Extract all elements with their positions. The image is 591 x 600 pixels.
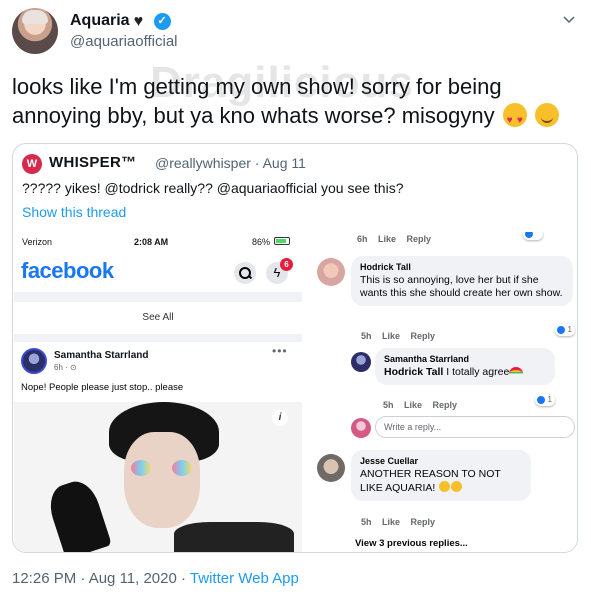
tweet-text: looks like I'm getting my own show! sorr…: [12, 72, 582, 135]
post-author-name: Samantha Starrland: [54, 350, 149, 361]
author-avatar[interactable]: [12, 8, 58, 54]
tweet-source-link[interactable]: Twitter Web App: [190, 570, 299, 587]
reply-actions: 5h Like Reply: [383, 400, 458, 410]
search-icon: [234, 262, 256, 284]
quoted-tweet[interactable]: W WHISPER™ @reallywhisper · Aug 11 ?????…: [12, 143, 578, 553]
quote-text: ????? yikes! @todrick really?? @aquariao…: [22, 180, 404, 196]
smiling-face-emoji-icon: [534, 103, 559, 127]
reply-bubble: Samantha Starrland Hodrick Tall I totall…: [375, 348, 555, 385]
grinning-emoji-icon: [451, 481, 463, 492]
reply-author: Samantha Starrland: [384, 354, 470, 364]
status-time: 2:08 AM: [134, 237, 169, 247]
post-photo: i: [14, 402, 302, 552]
write-reply-input: Write a reply...: [375, 416, 575, 438]
view-previous-replies: View 3 previous replies...: [355, 538, 468, 549]
comment-text: ANOTHER REASON TO NOT LIKE AQUARIA!: [360, 468, 522, 495]
notification-badge: 6: [280, 258, 293, 271]
comment-bubble: Jesse Cuellar ANOTHER REASON TO NOT LIKE…: [351, 450, 531, 501]
quote-author-name[interactable]: WHISPER™: [49, 154, 136, 171]
commenter-avatar: [317, 454, 345, 482]
reply-mention: Hodrick Tall: [384, 366, 444, 378]
tweet-time[interactable]: 12:26 PM · Aug 11, 2020 ·: [12, 570, 190, 587]
reply-author-avatar: [351, 352, 371, 372]
grinning-emoji-icon: [439, 481, 451, 492]
post-author-avatar: [21, 348, 47, 374]
comment-actions-top: 6h Like Reply: [357, 234, 432, 244]
see-all-label: See All: [14, 302, 302, 334]
viewer-avatar: [351, 418, 371, 438]
reaction-icon: 1: [535, 394, 555, 406]
facebook-screenshot-comments: 6h Like Reply Hodrick Tall This is so an…: [303, 232, 577, 552]
tweet-timestamp[interactable]: 12:26 PM · Aug 11, 2020 · Twitter Web Ap…: [12, 570, 299, 587]
comment-actions: 5h Like Reply: [361, 517, 436, 527]
tweet: Aquaria ♥ ✓ @aquariaofficial Dragiliciou…: [0, 0, 591, 600]
show-thread-link[interactable]: Show this thread: [22, 204, 126, 220]
post-text: Nope! People please just stop.. please: [21, 382, 184, 393]
facebook-logo: facebook: [21, 258, 114, 283]
comment-author: Jesse Cuellar: [360, 456, 419, 466]
battery-icon: [274, 237, 290, 245]
reply-text: Hodrick Tall I totally agree: [384, 366, 546, 379]
author-display-name[interactable]: Aquaria: [70, 12, 130, 30]
rainbow-emoji-icon: [509, 367, 524, 375]
comment-bubble: Hodrick Tall This is so annoying, love h…: [351, 256, 573, 306]
quote-avatar[interactable]: W: [22, 154, 42, 174]
commenter-avatar: [317, 258, 345, 286]
comment-text-content: ANOTHER REASON TO NOT LIKE AQUARIA!: [360, 468, 501, 494]
reaction-icon: [523, 232, 543, 240]
reaction-icon: 1: [555, 324, 575, 336]
chevron-down-icon[interactable]: [563, 14, 575, 26]
author-name-row[interactable]: Aquaria ♥ ✓: [70, 12, 171, 30]
heart-eyes-emoji-icon: [502, 103, 527, 135]
battery-percent: 86%: [252, 237, 271, 247]
post-time: 6h · ⊙: [54, 363, 77, 372]
facebook-post: Samantha Starrland 6h · ⊙ ••• Nope! Peop…: [14, 342, 302, 552]
black-heart-icon: ♥: [133, 12, 144, 30]
comment-author: Hodrick Tall: [360, 262, 411, 272]
more-options-icon: •••: [272, 344, 288, 358]
comment-text: This is so annoying, love her but if she…: [360, 274, 563, 299]
status-bar: Verizon 2:08 AM 86%: [14, 232, 302, 252]
author-handle[interactable]: @aquariaofficial: [70, 33, 178, 50]
info-icon: i: [272, 410, 288, 426]
facebook-screenshot-left: Verizon 2:08 AM 86% facebook ϟ 6 See All…: [14, 232, 302, 552]
reply-text-content: I totally agree: [446, 366, 510, 378]
tweet-text-content: looks like I'm getting my own show! sorr…: [12, 74, 502, 128]
carrier-label: Verizon: [22, 237, 53, 247]
facebook-top-bar: facebook ϟ 6: [14, 252, 302, 292]
verified-badge-icon: ✓: [153, 12, 171, 30]
quote-meta: @reallywhisper · Aug 11: [155, 155, 306, 171]
comment-actions: 5h Like Reply: [361, 331, 436, 341]
